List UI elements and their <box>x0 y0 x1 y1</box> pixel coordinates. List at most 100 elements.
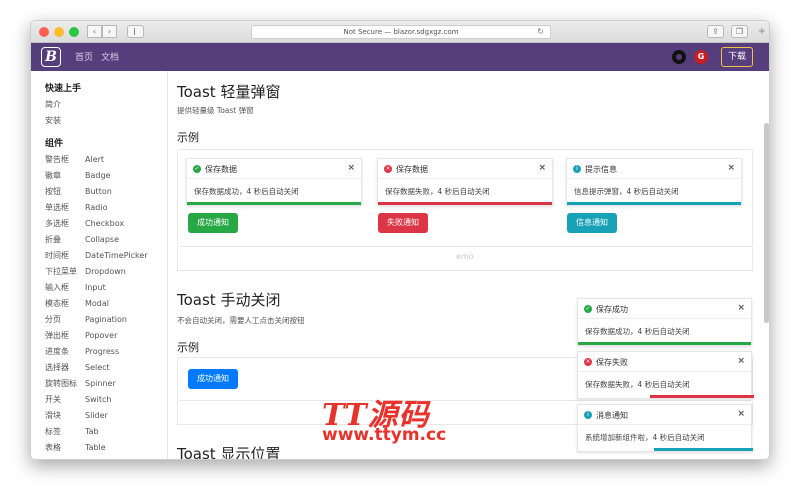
toast-progress <box>187 202 361 205</box>
main-content: Toast 轻量弹窗 提供轻量级 Toast 弹窗 示例 ✓ 保存数据 × 保存… <box>177 71 757 459</box>
nav-link-home[interactable]: 首页 <box>75 50 93 63</box>
download-button[interactable]: 下载 <box>721 47 753 67</box>
close-icon[interactable]: × <box>737 303 745 313</box>
sidebar-item[interactable]: 简介 <box>45 97 167 113</box>
sidebar-item-english-label: Pagination <box>85 315 127 324</box>
sidebar-item-label: 弹出框 <box>45 331 69 340</box>
new-tab-icon[interactable]: + <box>758 26 766 37</box>
sidebar-item-english-label: Progress <box>85 347 120 356</box>
chevron-left-icon[interactable]: ‹ <box>87 25 102 38</box>
check-circle-icon: ✓ <box>193 165 201 173</box>
sidebar-toggle-icon[interactable] <box>127 25 144 38</box>
sidebar-item-english-label: Dropdown <box>85 267 126 276</box>
sidebar-item[interactable]: 弹出框 Popover <box>45 328 167 344</box>
sidebar-item[interactable]: 标签 Tab <box>45 424 167 440</box>
sidebar-item-english-label: Slider <box>85 411 108 420</box>
sidebar-item-english-label: Checkbox <box>85 219 125 228</box>
sidebar: 快速上手 简介 安装 组件 警告框 Alert 徽章 Badge 按钮 Button 单选框 Radi… <box>31 71 168 459</box>
sidebar-item[interactable]: 多选框 Checkbox <box>45 216 167 232</box>
section-description: 不会自动关闭，需要人工点击关闭按钮 <box>177 316 305 325</box>
minimize-window-button[interactable] <box>54 27 64 37</box>
floating-toast-success: ✓ 保存成功 × 保存数据成功，4 秒后自动关闭 <box>577 298 752 346</box>
sidebar-item[interactable]: 进度条 Progress <box>45 344 167 360</box>
sidebar-item-label: 进度条 <box>45 347 69 356</box>
toast-progress <box>567 202 741 205</box>
demo-box: ✓ 保存数据 × 保存数据成功，4 秒后自动关闭 × 保存数据 × 保存数据失败… <box>177 149 753 247</box>
manual-close-notify-button[interactable]: 成功通知 <box>188 369 238 389</box>
sidebar-item-english-label: Table <box>85 443 106 452</box>
sidebar-item-label: 折叠 <box>45 235 61 244</box>
sidebar-item-label: 输入框 <box>45 283 69 292</box>
sidebar-item[interactable]: 徽章 Badge <box>45 168 167 184</box>
sidebar-item-label: 简介 <box>45 100 61 109</box>
browser-toolbar: ‹ › Not Secure — blazor.sdgxgz.com ↻ ⇪ ❐… <box>31 21 769 43</box>
toast-body: 保存数据成功，4 秒后自动关闭 <box>585 327 690 336</box>
info-circle-icon: i <box>584 411 592 419</box>
sidebar-item[interactable]: 警告框 Alert <box>45 152 167 168</box>
sidebar-item-label: 模态框 <box>45 299 69 308</box>
sidebar-item-label: 开关 <box>45 395 61 404</box>
sidebar-item-english-label: Input <box>85 283 106 292</box>
sidebar-item[interactable]: 时间框 DateTimePicker <box>45 248 167 264</box>
github-icon[interactable] <box>672 50 686 64</box>
toast-error: × 保存数据 × 保存数据失败，4 秒后自动关闭 <box>377 158 553 206</box>
sidebar-item-english-label: Modal <box>85 299 109 308</box>
tabs-icon[interactable]: ❐ <box>731 25 748 38</box>
sidebar-item[interactable]: 输入框 Input <box>45 280 167 296</box>
sidebar-item-english-label: Radio <box>85 203 108 212</box>
toast-title: 保存成功 <box>596 305 628 314</box>
x-circle-icon: × <box>384 165 392 173</box>
sidebar-item[interactable]: 模态框 Modal <box>45 296 167 312</box>
sidebar-item[interactable]: 滑块 Slider <box>45 408 167 424</box>
close-icon[interactable]: × <box>347 163 355 173</box>
url-text: Not Secure — blazor.sdgxgz.com <box>343 28 459 36</box>
sidebar-item[interactable]: 安装 <box>45 113 167 129</box>
sidebar-item[interactable]: 下拉菜单 Dropdown <box>45 264 167 280</box>
reload-icon[interactable]: ↻ <box>537 26 544 38</box>
nav-link-docs[interactable]: 文档 <box>101 50 119 63</box>
sidebar-item[interactable]: 按钮 Button <box>45 184 167 200</box>
zoom-window-button[interactable] <box>69 27 79 37</box>
close-window-button[interactable] <box>39 27 49 37</box>
section-title: Toast 手动关闭 <box>177 291 281 309</box>
share-icon[interactable]: ⇪ <box>707 25 724 38</box>
address-bar[interactable]: Not Secure — blazor.sdgxgz.com ↻ <box>251 25 551 39</box>
toast-body: 系统增加新组件啦，4 秒后自动关闭 <box>585 433 705 442</box>
close-icon[interactable]: × <box>727 163 735 173</box>
sidebar-item-english-label: Select <box>85 363 110 372</box>
scrollbar[interactable] <box>764 123 769 323</box>
sidebar-item-label: 选择器 <box>45 363 69 372</box>
close-icon[interactable]: × <box>737 356 745 366</box>
sidebar-item-english-label: DateTimePicker <box>85 251 148 260</box>
sidebar-item[interactable]: 表格 Table <box>45 440 167 456</box>
close-icon[interactable]: × <box>737 409 745 419</box>
sidebar-item-label: 下拉菜单 <box>45 267 77 276</box>
sidebar-item-english-label: Tab <box>85 427 99 436</box>
chevron-right-icon[interactable]: › <box>102 25 117 38</box>
sidebar-section-title: 快速上手 <box>45 84 82 94</box>
check-circle-icon: ✓ <box>584 305 592 313</box>
gitee-icon[interactable]: G <box>694 50 708 64</box>
section-title: Toast 轻量弹窗 <box>177 83 281 101</box>
sidebar-item[interactable]: 分页 Pagination <box>45 312 167 328</box>
success-notify-button[interactable]: 成功通知 <box>188 213 238 233</box>
sidebar-item-label: 表格 <box>45 443 61 452</box>
floating-toast-info: i 消息通知 × 系统增加新组件啦，4 秒后自动关闭 <box>577 404 753 452</box>
error-notify-button[interactable]: 失败通知 <box>378 213 428 233</box>
section-description: 提供轻量级 Toast 弹窗 <box>177 106 254 115</box>
sidebar-item[interactable]: 选择器 Select <box>45 360 167 376</box>
example-heading: 示例 <box>177 341 199 354</box>
logo[interactable]: B <box>41 47 61 67</box>
sidebar-item[interactable]: 单选框 Radio <box>45 200 167 216</box>
toast-body: 保存数据失败，4 秒后自动关闭 <box>385 187 490 196</box>
sidebar-item[interactable]: 旋转图标 Spinner <box>45 376 167 392</box>
sidebar-item-english-label: Alert <box>85 155 105 164</box>
sidebar-item-english-label: Popover <box>85 331 118 340</box>
toast-success: ✓ 保存数据 × 保存数据成功，4 秒后自动关闭 <box>186 158 362 206</box>
sidebar-item[interactable]: 开关 Switch <box>45 392 167 408</box>
sidebar-item-label: 滑块 <box>45 411 61 420</box>
sidebar-item-label: 旋转图标 <box>45 379 77 388</box>
info-notify-button[interactable]: 信息通知 <box>567 213 617 233</box>
close-icon[interactable]: × <box>538 163 546 173</box>
sidebar-item[interactable]: 折叠 Collapse <box>45 232 167 248</box>
